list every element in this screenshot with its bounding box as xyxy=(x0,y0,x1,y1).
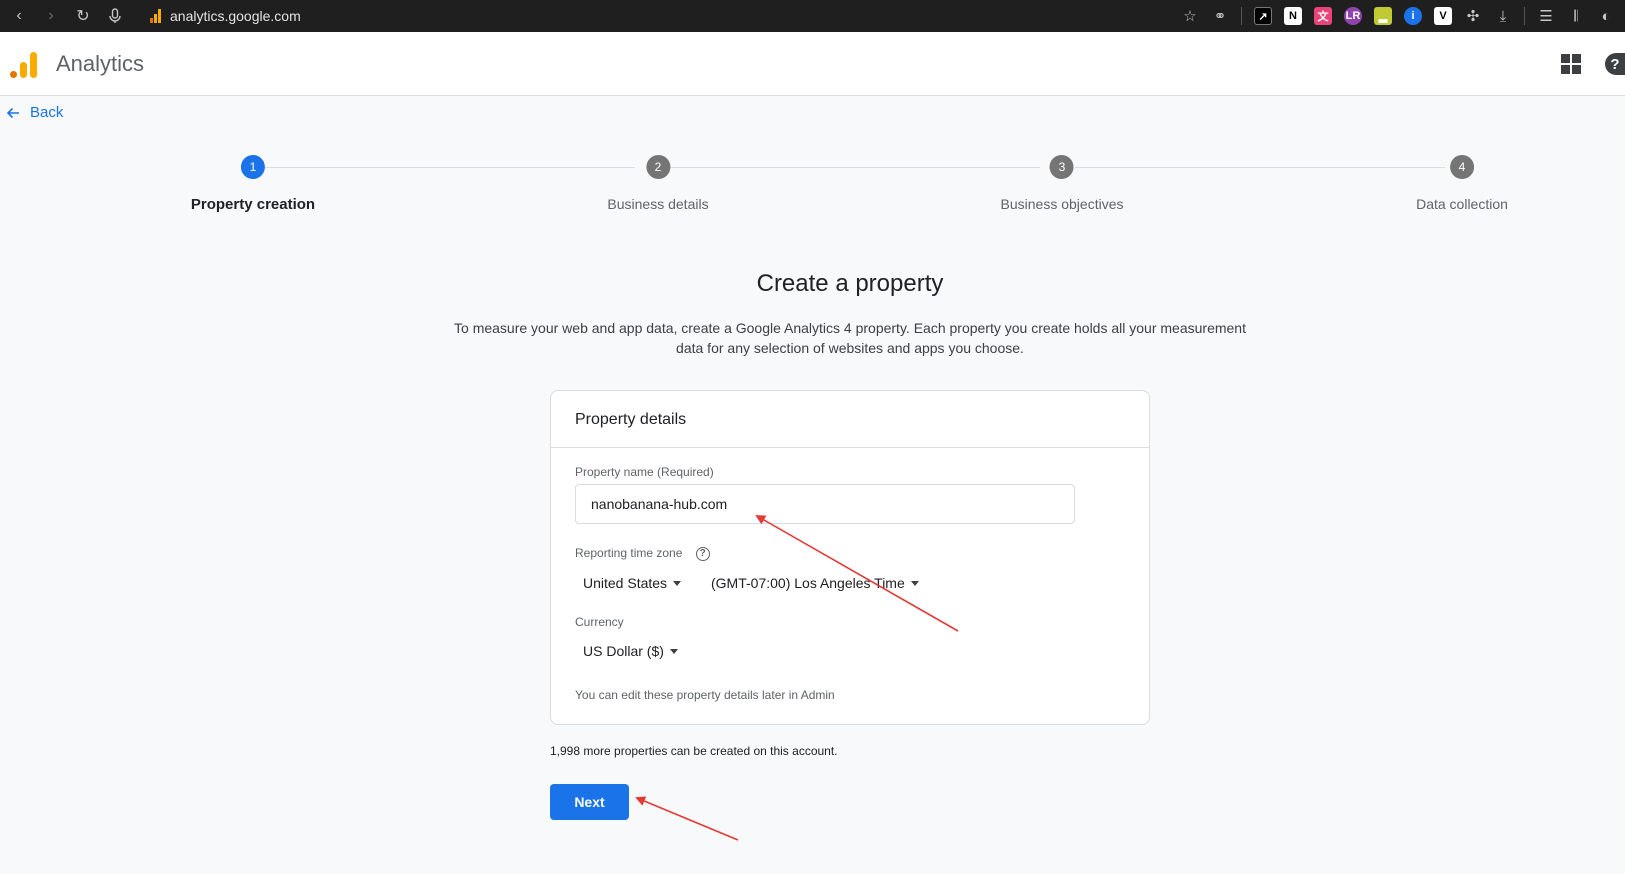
back-arrow-icon[interactable]: ‹ xyxy=(8,5,30,27)
timezone-label: Reporting time zone xyxy=(575,546,683,560)
caret-down-icon xyxy=(910,580,919,586)
property-details-card: Property details Property name (Required… xyxy=(550,390,1150,725)
vimeo-extension-icon[interactable]: V xyxy=(1434,7,1452,25)
step-data-collection: 4 Data collection xyxy=(1416,155,1508,212)
step-label: Data collection xyxy=(1416,196,1508,212)
onepassword-extension-icon[interactable]: i xyxy=(1404,7,1422,25)
notion-extension-icon[interactable]: N xyxy=(1284,7,1302,25)
page-title: Create a property xyxy=(756,270,944,297)
step-label: Business details xyxy=(607,196,709,212)
step-property-creation: 1 Property creation xyxy=(191,155,315,213)
progress-stepper: 1 Property creation 2 Business details 3… xyxy=(0,152,1625,222)
url-text: analytics.google.com xyxy=(170,8,301,24)
help-circle-icon[interactable]: ? xyxy=(695,546,710,561)
quota-text: 1,998 more properties can be created on … xyxy=(550,744,838,758)
toolbar-divider xyxy=(1524,7,1525,25)
audio-wave-icon[interactable]: 𝄃 xyxy=(1567,8,1585,25)
timezone-value: (GMT-07:00) Los Angeles Time xyxy=(711,575,905,591)
apps-grid-icon[interactable] xyxy=(1561,54,1581,74)
country-value: United States xyxy=(583,575,668,591)
lr-extension-icon[interactable]: LR xyxy=(1344,7,1362,25)
timezone-label-row: Reporting time zone ? xyxy=(575,546,710,561)
step-business-details: 2 Business details xyxy=(607,155,709,212)
step-business-objectives: 3 Business objectives xyxy=(1000,155,1124,212)
step-connector xyxy=(265,167,635,168)
step-number: 3 xyxy=(1049,155,1074,179)
country-select[interactable]: United States xyxy=(583,575,682,591)
step-connector xyxy=(1075,167,1445,168)
address-bar[interactable]: analytics.google.com xyxy=(150,8,301,24)
stats-extension-icon[interactable]: ↗ xyxy=(1254,7,1272,25)
left-arrow-icon xyxy=(6,107,19,118)
microphone-icon[interactable] xyxy=(104,5,126,27)
caret-down-icon xyxy=(673,580,682,586)
link-icon[interactable]: ⚭ xyxy=(1211,7,1229,25)
forward-arrow-icon[interactable]: › xyxy=(40,5,62,27)
browser-toolbar: ‹ › ↻ analytics.google.com ☆ ⚭ ↗ N 文 LR … xyxy=(0,0,1625,32)
property-name-label: Property name (Required) xyxy=(575,465,714,479)
next-button[interactable]: Next xyxy=(550,784,629,820)
download-icon[interactable]: ⤓ xyxy=(1494,8,1512,25)
currency-value: US Dollar ($) xyxy=(583,643,664,659)
currency-select[interactable]: US Dollar ($) xyxy=(583,643,678,659)
card-header: Property details xyxy=(551,391,1149,448)
step-number: 1 xyxy=(241,155,265,179)
edit-later-hint: You can edit these property details late… xyxy=(575,688,835,702)
analytics-logo-icon xyxy=(10,50,38,78)
translate-extension-icon[interactable]: 文 xyxy=(1314,7,1332,25)
app-title: Analytics xyxy=(56,50,145,76)
step-label: Property creation xyxy=(190,196,316,213)
analytics-favicon-icon xyxy=(150,9,164,23)
extension-tray: ☆ ⚭ ↗ N 文 LR ▂ i V ✣ ⤓ ☰ 𝄃 ◐ xyxy=(1181,0,1625,32)
menu-lines-icon[interactable]: ☰ xyxy=(1537,7,1555,25)
help-icon[interactable]: ? xyxy=(1605,53,1625,75)
reload-icon[interactable]: ↻ xyxy=(72,5,94,27)
property-name-value: nanobanana-hub.com xyxy=(591,496,728,512)
caret-down-icon xyxy=(669,648,678,654)
chart-extension-icon[interactable]: ▂ xyxy=(1374,7,1392,25)
step-number: 2 xyxy=(645,155,670,179)
back-label: Back xyxy=(30,104,64,121)
back-link[interactable]: Back xyxy=(6,104,63,121)
property-name-input[interactable]: nanobanana-hub.com xyxy=(575,484,1075,524)
spiral-extension-icon[interactable]: ◐ xyxy=(1597,8,1615,25)
puzzle-extensions-icon[interactable]: ✣ xyxy=(1464,7,1482,25)
page-description: To measure your web and app data, create… xyxy=(454,320,1246,356)
currency-label: Currency xyxy=(575,615,624,629)
annotation-arrow-to-next xyxy=(635,796,739,841)
toolbar-divider xyxy=(1241,7,1242,25)
step-label: Business objectives xyxy=(1000,196,1124,212)
browser-nav-buttons: ‹ › ↻ xyxy=(8,5,126,27)
step-number: 4 xyxy=(1449,155,1474,179)
timezone-select[interactable]: (GMT-07:00) Los Angeles Time xyxy=(711,575,919,591)
bookmark-star-icon[interactable]: ☆ xyxy=(1181,7,1199,25)
app-header: Analytics ? xyxy=(0,32,1625,96)
step-connector xyxy=(670,167,1040,168)
